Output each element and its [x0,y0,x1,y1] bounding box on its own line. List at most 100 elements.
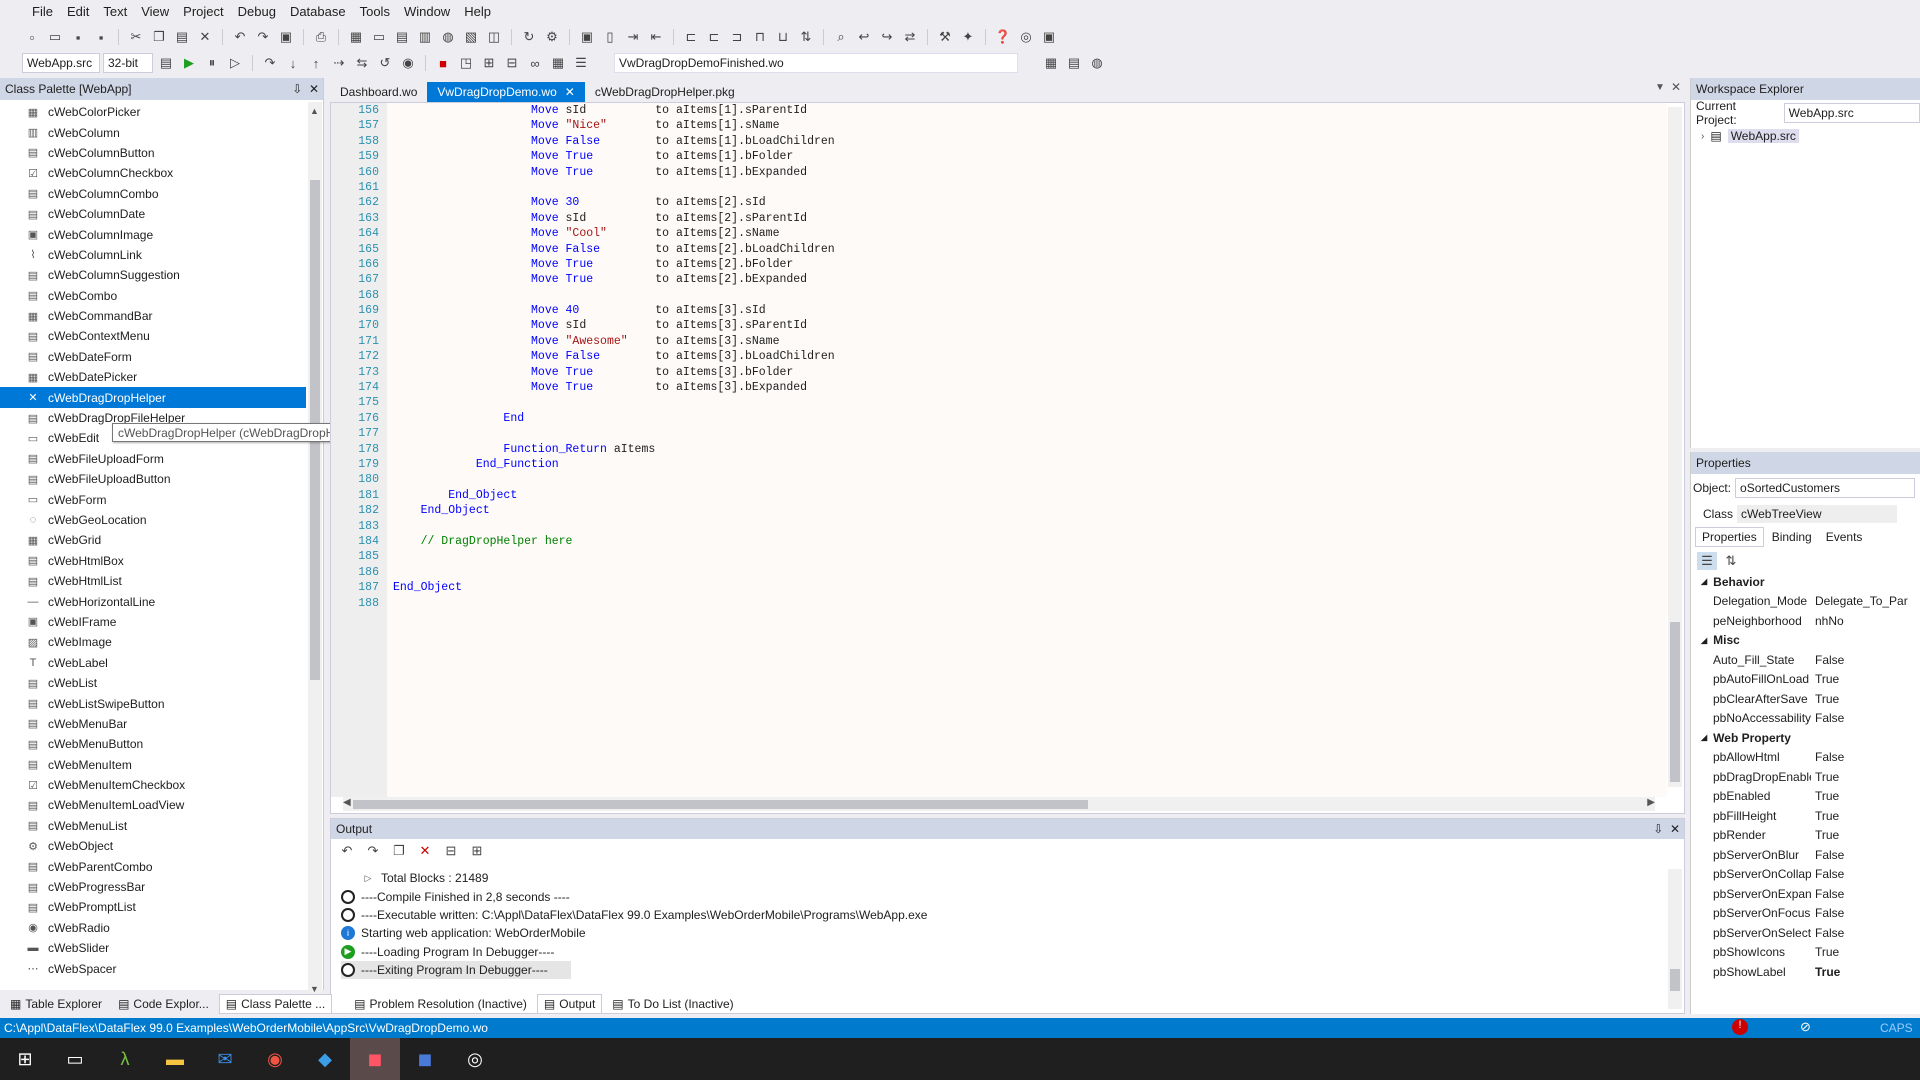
output-line[interactable]: ----Executable written: C:\Appl\DataFlex… [341,906,1661,924]
close-document-icon[interactable]: ✕ [1671,80,1681,94]
palette-item[interactable]: ▦ cWebColorPicker [0,102,306,122]
palette-item[interactable]: ▤ cWebColumnCombo [0,184,306,204]
property-value[interactable]: True [1811,828,1839,842]
code-line[interactable]: Move True to aItems[3].bFolder [387,365,1667,380]
clear-output-icon[interactable]: ✕ [415,842,435,860]
align-right-icon[interactable]: ⊐ [727,28,747,46]
align-bottom-icon[interactable]: ⊔ [773,28,793,46]
step-into-icon[interactable]: ↓ [283,54,303,72]
editor-hscroll-thumb[interactable] [353,800,1088,809]
start-icon[interactable]: ⊞ [0,1038,50,1080]
palette-item[interactable]: ▤ cWebContextMenu [0,326,306,346]
expand-arrow-icon[interactable]: › [1701,131,1704,142]
properties-tab[interactable]: Binding [1766,527,1818,547]
collapse-arrow-icon[interactable]: ◢ [1701,733,1707,742]
copy-output-icon[interactable]: ❐ [389,842,409,860]
form-icon[interactable]: ▭ [369,28,389,46]
back-icon[interactable]: ↩ [854,28,874,46]
property-row[interactable]: pbEnabled True [1691,787,1920,807]
document-tab[interactable]: cWebDragDropHelper.pkg [585,82,745,102]
view-icon[interactable]: ▦ [346,28,366,46]
code-line[interactable]: Move False to aItems[2].bLoadChildren [387,242,1667,257]
code-line[interactable] [387,288,1667,303]
menu-tools[interactable]: Tools [356,4,400,19]
palette-item[interactable]: ▤ cWebMenuList [0,816,306,836]
lambda-app-icon[interactable]: λ [100,1038,150,1080]
tool-window-tab[interactable]: ▦ Table Explorer [4,994,108,1014]
next-message-icon[interactable]: ↷ [363,842,383,860]
align-icon[interactable]: ⊏ [681,28,701,46]
palette-item[interactable]: ▤ cWebParentCombo [0,856,306,876]
save-icon[interactable]: ▪ [68,28,88,46]
layout-icon[interactable]: ▣ [577,28,597,46]
code-line[interactable]: End_Object [387,503,1667,518]
copy-icon[interactable]: ❐ [149,28,169,46]
glasses-icon[interactable]: ∞ [525,54,545,72]
help-icon[interactable]: ❓ [993,28,1013,46]
compile-run-icon[interactable]: ▤ [156,54,176,72]
code-line[interactable]: Move 30 to aItems[2].sId [387,195,1667,210]
outlook-icon[interactable]: ✉ [200,1038,250,1080]
palette-item[interactable]: ▤ cWebMenuItemLoadView [0,795,306,815]
code-line[interactable]: End_Object [387,488,1667,503]
code-editor[interactable]: 156 157 158 159 160 161 162 163 164 165 166 167 168 1… [330,102,1685,814]
step-over-icon[interactable]: ↷ [260,54,280,72]
collapse-arrow-icon[interactable]: ◢ [1701,577,1707,586]
paste-icon[interactable]: ▤ [172,28,192,46]
collapse-arrow-icon[interactable]: ◢ [1701,636,1707,645]
dataflex-studio-icon[interactable]: ◼ [350,1038,400,1080]
align-left-icon[interactable]: ⊏ [704,28,724,46]
code-line[interactable]: Move True to aItems[3].bExpanded [387,380,1667,395]
code-line[interactable] [387,395,1667,410]
output-scrollbar-thumb[interactable] [1670,969,1680,991]
palette-item[interactable]: ▤ cWebListSwipeButton [0,693,306,713]
editor-horizontal-scrollbar[interactable]: ◀ ▶ [343,797,1655,811]
property-value[interactable]: True [1811,692,1839,706]
tool-window-tab[interactable]: ▤ To Do List (Inactive) [606,994,739,1014]
locals-icon[interactable]: ⊟ [502,54,522,72]
palette-item[interactable]: ▣ cWebIFrame [0,612,306,632]
palette-item[interactable]: ▦ cWebCommandBar [0,306,306,326]
pin-icon[interactable]: ⇩ [292,82,302,96]
about-icon[interactable]: ▣ [1039,28,1059,46]
code-line[interactable] [387,180,1667,195]
scroll-left-icon[interactable]: ◀ [343,797,351,808]
palette-item[interactable]: ▤ cWebFileUploadForm [0,449,306,469]
web-help-icon[interactable]: ◎ [1016,28,1036,46]
align-top-icon[interactable]: ⊓ [750,28,770,46]
grid-icon[interactable]: ▦ [548,54,568,72]
property-row[interactable]: pbShowIcons True [1691,943,1920,963]
palette-item[interactable]: ▤ cWebHtmlBox [0,551,306,571]
editor-scrollbar-thumb[interactable] [1670,622,1680,782]
code-line[interactable]: Move "Nice" to aItems[1].sName [387,118,1667,133]
code-line[interactable]: Move True to aItems[1].bFolder [387,149,1667,164]
code-line[interactable] [387,472,1667,487]
tree-root[interactable]: › ▤ WebApp.src [1691,126,1920,146]
property-row[interactable]: Auto_Fill_State False [1691,650,1920,670]
property-row[interactable]: peNeighborhood nhNo [1691,611,1920,631]
menu-window[interactable]: Window [400,4,460,19]
property-category[interactable]: ◢ Web Property [1691,728,1920,748]
code-line[interactable]: End [387,411,1667,426]
property-row[interactable]: pbNoAccessabilityChFalse [1691,709,1920,729]
word-icon[interactable]: ◼ [400,1038,450,1080]
tool-window-tab[interactable]: ▤ Code Explor... [112,994,215,1014]
code-line[interactable]: Move sId to aItems[1].sParentId [387,103,1667,118]
menu-debug[interactable]: Debug [234,4,286,19]
code-line[interactable]: Move 40 to aItems[3].sId [387,303,1667,318]
list-icon[interactable]: ☰ [571,54,591,72]
property-row[interactable]: pbRender True [1691,826,1920,846]
delete-icon[interactable]: ✕ [195,28,215,46]
property-value[interactable]: True [1811,672,1839,686]
palette-item[interactable]: TcWebLabel [0,653,306,673]
file-explorer-icon[interactable]: ▬ [150,1038,200,1080]
palette-item[interactable]: ▤ cWebMenuBar [0,714,306,734]
property-value[interactable]: True [1811,809,1839,823]
pin-icon[interactable]: ⇩ [1653,822,1663,836]
chrome-icon[interactable]: ◉ [250,1038,300,1080]
code-line[interactable]: Move sId to aItems[2].sParentId [387,211,1667,226]
file-select[interactable]: VwDragDropDemoFinished.wo [614,53,1018,73]
palette-item[interactable]: ▦ cWebGrid [0,530,306,550]
restart-icon[interactable]: ↺ [375,54,395,72]
stop-debug-icon[interactable]: ◉ [398,54,418,72]
